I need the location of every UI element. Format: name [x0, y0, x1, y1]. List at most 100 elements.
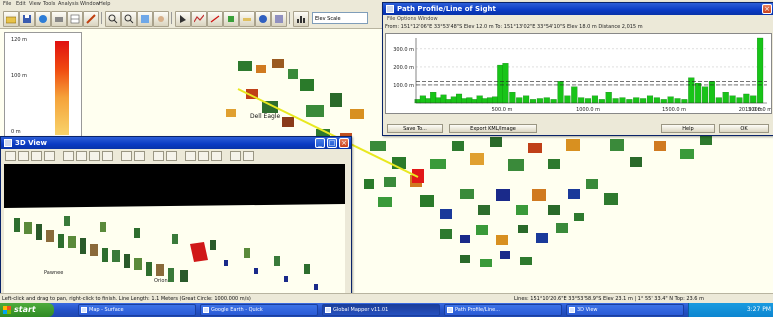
identify-button[interactable] [255, 11, 271, 27]
print-3d-button[interactable] [243, 151, 254, 161]
tray-clock: 3:27 PM [746, 306, 771, 313]
render-button[interactable] [211, 151, 222, 161]
menu-analysis[interactable]: Analysis [58, 0, 79, 8]
open-button[interactable] [3, 11, 19, 27]
scale-dropdown[interactable]: Elev Scale [312, 12, 368, 24]
taskbar-task[interactable]: Global Mapper v11.01 [322, 304, 440, 316]
zoom-in-button[interactable] [105, 11, 121, 27]
move-up-button[interactable] [89, 151, 100, 161]
start-button[interactable]: start [0, 303, 54, 317]
move-down-button[interactable] [102, 151, 113, 161]
zoom-out-button[interactable] [121, 11, 137, 27]
sky-button[interactable] [185, 151, 196, 161]
legend-top-label: 120 m [11, 37, 28, 43]
taskbar-task[interactable]: 3D View [566, 304, 684, 316]
menu-tools[interactable]: Tools [43, 0, 55, 8]
toolbar-separator [289, 12, 290, 24]
profile-bar [430, 92, 437, 104]
move-right-button[interactable] [76, 151, 87, 161]
profile-bar [646, 95, 654, 104]
export-button[interactable]: Export KML/Image [449, 124, 537, 133]
profile-bar [674, 98, 681, 104]
profile-window: Path Profile/Line of Sight × File Option… [382, 2, 773, 136]
task-app-icon [569, 307, 575, 313]
print-button[interactable] [51, 11, 67, 27]
profile-bar [502, 63, 509, 104]
task-label: Global Mapper v11.01 [333, 307, 389, 313]
view3d-toolbar [1, 149, 351, 163]
chart-button[interactable] [293, 11, 309, 27]
select-button[interactable] [175, 11, 191, 27]
disk-icon [23, 15, 31, 23]
hand-icon [158, 16, 164, 22]
profile-bar [461, 98, 468, 104]
menu-view[interactable]: View [29, 0, 41, 8]
measure-button[interactable] [239, 11, 255, 27]
profile-bar [529, 99, 537, 104]
extent-button[interactable] [137, 11, 153, 27]
save-to-button[interactable]: Save To... [387, 124, 443, 133]
profile-bar [497, 64, 504, 104]
ruler-icon [243, 18, 251, 21]
digitizer-button[interactable] [83, 11, 99, 27]
folder-icon [6, 16, 16, 24]
pan-button[interactable] [153, 11, 169, 27]
y-tick-label: 200.0 m [393, 65, 414, 71]
menu-window[interactable]: Window [80, 0, 100, 8]
profile-bar [557, 81, 564, 104]
profile-bar [550, 99, 557, 104]
save-3d-button[interactable] [230, 151, 241, 161]
zoom-in-icon [108, 14, 118, 24]
profile-button[interactable] [191, 11, 207, 27]
toolbar-separator [101, 12, 102, 24]
profile-bar [660, 99, 667, 104]
profile-bar [695, 82, 702, 104]
zoom-out-3d-button[interactable] [134, 151, 145, 161]
view3d-window-titlebar[interactable]: 3D View [1, 137, 351, 149]
rotate-right-button[interactable] [18, 151, 29, 161]
exaggeration-button[interactable] [153, 151, 164, 161]
menu-file[interactable]: File [3, 0, 11, 8]
profile-bar [445, 99, 452, 104]
grid-button[interactable] [198, 151, 209, 161]
save-button[interactable] [19, 11, 35, 27]
view3d-canvas[interactable]: Pawnee Orion [4, 164, 345, 294]
profile-bar [516, 97, 523, 104]
query-button[interactable] [271, 11, 287, 27]
extent-icon [141, 15, 149, 23]
menu-edit[interactable]: Edit [16, 0, 26, 8]
water-level-button[interactable] [166, 151, 177, 161]
move-left-button[interactable] [63, 151, 74, 161]
tilt-up-button[interactable] [31, 151, 42, 161]
profile-bar [543, 97, 550, 104]
layers-button[interactable] [35, 11, 51, 27]
system-tray: 3:27 PM [688, 303, 773, 317]
minimize-button[interactable]: _ [315, 138, 325, 148]
rotate-left-button[interactable] [5, 151, 16, 161]
profile-bar [591, 95, 598, 104]
taskbar-task[interactable]: Path Profile/Line... [444, 304, 562, 316]
line-of-sight-icon [210, 15, 220, 23]
profile-bar [722, 92, 729, 104]
view-3d-button[interactable] [223, 11, 239, 27]
tilt-down-button[interactable] [44, 151, 55, 161]
table-button[interactable] [67, 11, 83, 27]
layers-icon [39, 15, 47, 23]
close-button[interactable]: × [762, 4, 772, 14]
help-button[interactable]: Help [661, 124, 715, 133]
profile-window-menu[interactable]: File Options Window [383, 15, 773, 23]
taskbar-task[interactable]: Map - Surface [78, 304, 196, 316]
profile-bar [435, 97, 442, 104]
line-of-sight-button[interactable] [207, 11, 223, 27]
taskbar-task[interactable]: Google Earth - Quick [200, 304, 318, 316]
profile-window-titlebar[interactable]: Path Profile/Line of Sight [383, 3, 773, 15]
profile-icon [194, 14, 204, 23]
close-button[interactable]: × [339, 138, 349, 148]
ok-button[interactable]: OK [719, 124, 769, 133]
profile-chart-svg: 300.0 m 200.0 m 100.0 m 500.0 m 1000.0 m 1500… [393, 37, 771, 113]
profile-coordinates: From: 151°12'06"E 33°53'48"S Elev 12.0 m… [385, 24, 643, 30]
profile-bar [578, 97, 585, 104]
menu-help[interactable]: Help [99, 0, 110, 8]
zoom-in-3d-button[interactable] [121, 151, 132, 161]
maximize-button[interactable]: □ [327, 138, 337, 148]
